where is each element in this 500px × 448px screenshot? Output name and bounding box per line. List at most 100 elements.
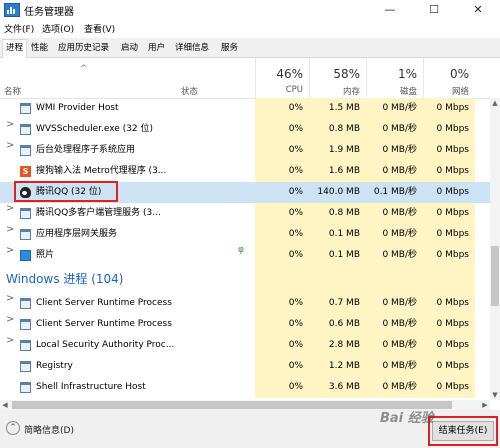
scroll-up-icon[interactable]: ▲ <box>490 98 500 108</box>
task-manager-icon <box>4 3 20 17</box>
vertical-scroll-thumb[interactable] <box>491 246 499 306</box>
status-column-label: 状态 <box>181 87 199 97</box>
cpu-value: 0% <box>255 140 309 161</box>
network-column-header[interactable]: 0% 网络 <box>423 58 475 98</box>
process-row[interactable]: > WVSScheduler.exe (32 位) 0% 0.8 MB 0 MB… <box>0 119 490 140</box>
process-name: Client Server Runtime Process <box>36 298 172 308</box>
chevron-up-icon[interactable]: ⌃ <box>6 421 20 435</box>
disk-value: 0.1 MB/秒 <box>366 182 423 203</box>
process-name: 腾讯QQ多客户端管理服务 (3... <box>36 208 161 218</box>
memory-value: 140.0 MB <box>309 182 366 203</box>
tab-performance[interactable]: 性能 <box>28 40 51 56</box>
disk-total: 1% <box>397 67 417 81</box>
disk-column-header[interactable]: 1% 磁盘 <box>366 58 423 98</box>
cpu-value: 0% <box>255 356 309 377</box>
baidu-watermark: Bai 经验 <box>380 411 434 426</box>
memory-column-label: 内存 <box>342 87 360 97</box>
memory-value: 1.5 MB <box>309 98 366 119</box>
network-value: 0 Mbps <box>423 140 475 161</box>
memory-value: 0.1 MB <box>309 224 366 245</box>
fewer-details-link[interactable]: 简略信息(D) <box>24 423 74 436</box>
scroll-right-icon[interactable]: ▶ <box>480 400 490 410</box>
cpu-value: 0% <box>255 161 309 182</box>
memory-value: 1.6 MB <box>309 161 366 182</box>
tab-app-history[interactable]: 应用历史记录 <box>55 40 112 56</box>
memory-value: 1.9 MB <box>309 140 366 161</box>
menu-view[interactable]: 查看(V) <box>82 22 117 35</box>
network-value: 0 Mbps <box>423 98 475 119</box>
network-column-label: 网络 <box>451 87 469 97</box>
cpu-column-header[interactable]: 46% CPU <box>255 58 309 98</box>
process-name: Client Server Runtime Process <box>36 319 172 329</box>
process-status <box>175 161 255 182</box>
tab-users[interactable]: 用户 <box>145 40 168 56</box>
process-status <box>175 224 421 245</box>
process-row[interactable]: > Client Server Runtime Process 0% 0.6 M… <box>0 314 490 335</box>
tab-processes[interactable]: 进程 <box>2 39 28 58</box>
memory-value: 0.6 MB <box>309 314 366 335</box>
network-value: 0 Mbps <box>423 377 475 398</box>
network-value: 0 Mbps <box>423 293 475 314</box>
process-name: 腾讯QQ (32 位) <box>36 187 102 197</box>
memory-column-header[interactable]: 58% 内存 <box>309 58 366 98</box>
process-row[interactable]: Shell Infrastructure Host 0% 3.6 MB 0 MB… <box>0 377 490 398</box>
vertical-scrollbar[interactable]: ▲ ▼ <box>490 98 500 400</box>
memory-value: 3.6 MB <box>309 377 366 398</box>
process-row[interactable]: > 应用程序层网关服务 0% 0.1 MB 0 MB/秒 0 Mbps <box>0 224 490 245</box>
process-list: WMI Provider Host 0% 1.5 MB 0 MB/秒 0 Mbp… <box>0 98 490 400</box>
name-column-header[interactable]: ^ 名称 <box>0 58 175 98</box>
column-header: ^ 名称 状态 46% CPU 58% 内存 1% 磁盘 0% 网络 <box>0 58 490 99</box>
scroll-down-icon[interactable]: ▼ <box>490 390 500 400</box>
close-button[interactable]: ✕ <box>456 0 500 20</box>
process-name: 后台处理程序子系统应用 <box>36 145 136 155</box>
group-header-windows-processes[interactable]: Windows 进程 (104) <box>0 266 490 293</box>
network-total: 0% <box>449 67 469 81</box>
scroll-left-icon[interactable]: ◀ <box>0 400 10 410</box>
cpu-value: 0% <box>255 245 309 266</box>
process-name: 应用程序层网关服务 <box>36 229 118 239</box>
name-column-label: 名称 <box>4 87 22 97</box>
process-name: 照片 <box>36 250 55 260</box>
disk-value: 0 MB/秒 <box>366 314 423 335</box>
minimize-button[interactable]: — <box>368 0 412 20</box>
disk-value: 0 MB/秒 <box>366 245 423 266</box>
menu-options[interactable]: 选项(O) <box>40 22 76 35</box>
cpu-value: 0% <box>255 98 309 119</box>
disk-value: 0 MB/秒 <box>366 377 423 398</box>
cpu-value: 0% <box>255 119 309 140</box>
memory-value: 0.7 MB <box>309 293 366 314</box>
tab-services[interactable]: 服务 <box>218 40 241 56</box>
disk-value: 0 MB/秒 <box>366 98 423 119</box>
process-row[interactable]: > Local Security Authority Proc... 0% 2.… <box>0 335 490 356</box>
tab-details[interactable]: 详细信息 <box>172 40 212 56</box>
process-status <box>175 140 255 161</box>
disk-value: 0 MB/秒 <box>366 293 423 314</box>
disk-value: 0 MB/秒 <box>366 119 423 140</box>
end-task-button[interactable]: 结束任务(E) <box>432 421 494 441</box>
cpu-value: 0% <box>255 293 309 314</box>
process-row[interactable]: S 搜狗输入法 Metro代理程序 (3... 0% 1.6 MB 0 MB/秒… <box>0 161 490 182</box>
network-value: 0 Mbps <box>423 161 475 182</box>
memory-value: 2.8 MB <box>309 335 366 356</box>
process-status <box>175 203 255 224</box>
process-row[interactable]: > 腾讯QQ多客户端管理服务 (3... 0% 0.8 MB 0 MB/秒 0 … <box>0 203 490 224</box>
status-column-header[interactable]: 状态 <box>175 58 255 98</box>
process-row[interactable]: > 后台处理程序子系统应用 0% 1.9 MB 0 MB/秒 0 Mbps <box>0 140 490 161</box>
tab-bar: 进程 性能 应用历史记录 启动 用户 详细信息 服务 <box>0 38 500 58</box>
menu-file[interactable]: 文件(F) <box>2 22 36 35</box>
network-value: 0 Mbps <box>423 356 475 377</box>
process-row[interactable]: > Client Server Runtime Process 0% 0.7 M… <box>0 293 490 314</box>
memory-total: 58% <box>333 67 360 81</box>
disk-column-label: 磁盘 <box>399 87 417 97</box>
process-row-selected[interactable]: 腾讯QQ (32 位) 0% 140.0 MB 0.1 MB/秒 0 Mbps <box>0 182 490 203</box>
network-value: 0 Mbps <box>423 335 475 356</box>
disk-value: 0 MB/秒 <box>366 140 423 161</box>
tab-startup[interactable]: 启动 <box>118 40 141 56</box>
process-row[interactable]: Registry 0% 1.2 MB 0 MB/秒 0 Mbps <box>0 356 490 377</box>
maximize-button[interactable]: ☐ <box>412 0 456 20</box>
process-status <box>175 119 255 140</box>
network-value: 0 Mbps <box>423 119 475 140</box>
cpu-value: 0% <box>255 203 309 224</box>
process-row[interactable]: > 照片 φ 0% 0.1 MB 0 MB/秒 0 Mbps <box>0 245 490 266</box>
process-row[interactable]: WMI Provider Host 0% 1.5 MB 0 MB/秒 0 Mbp… <box>0 98 490 119</box>
